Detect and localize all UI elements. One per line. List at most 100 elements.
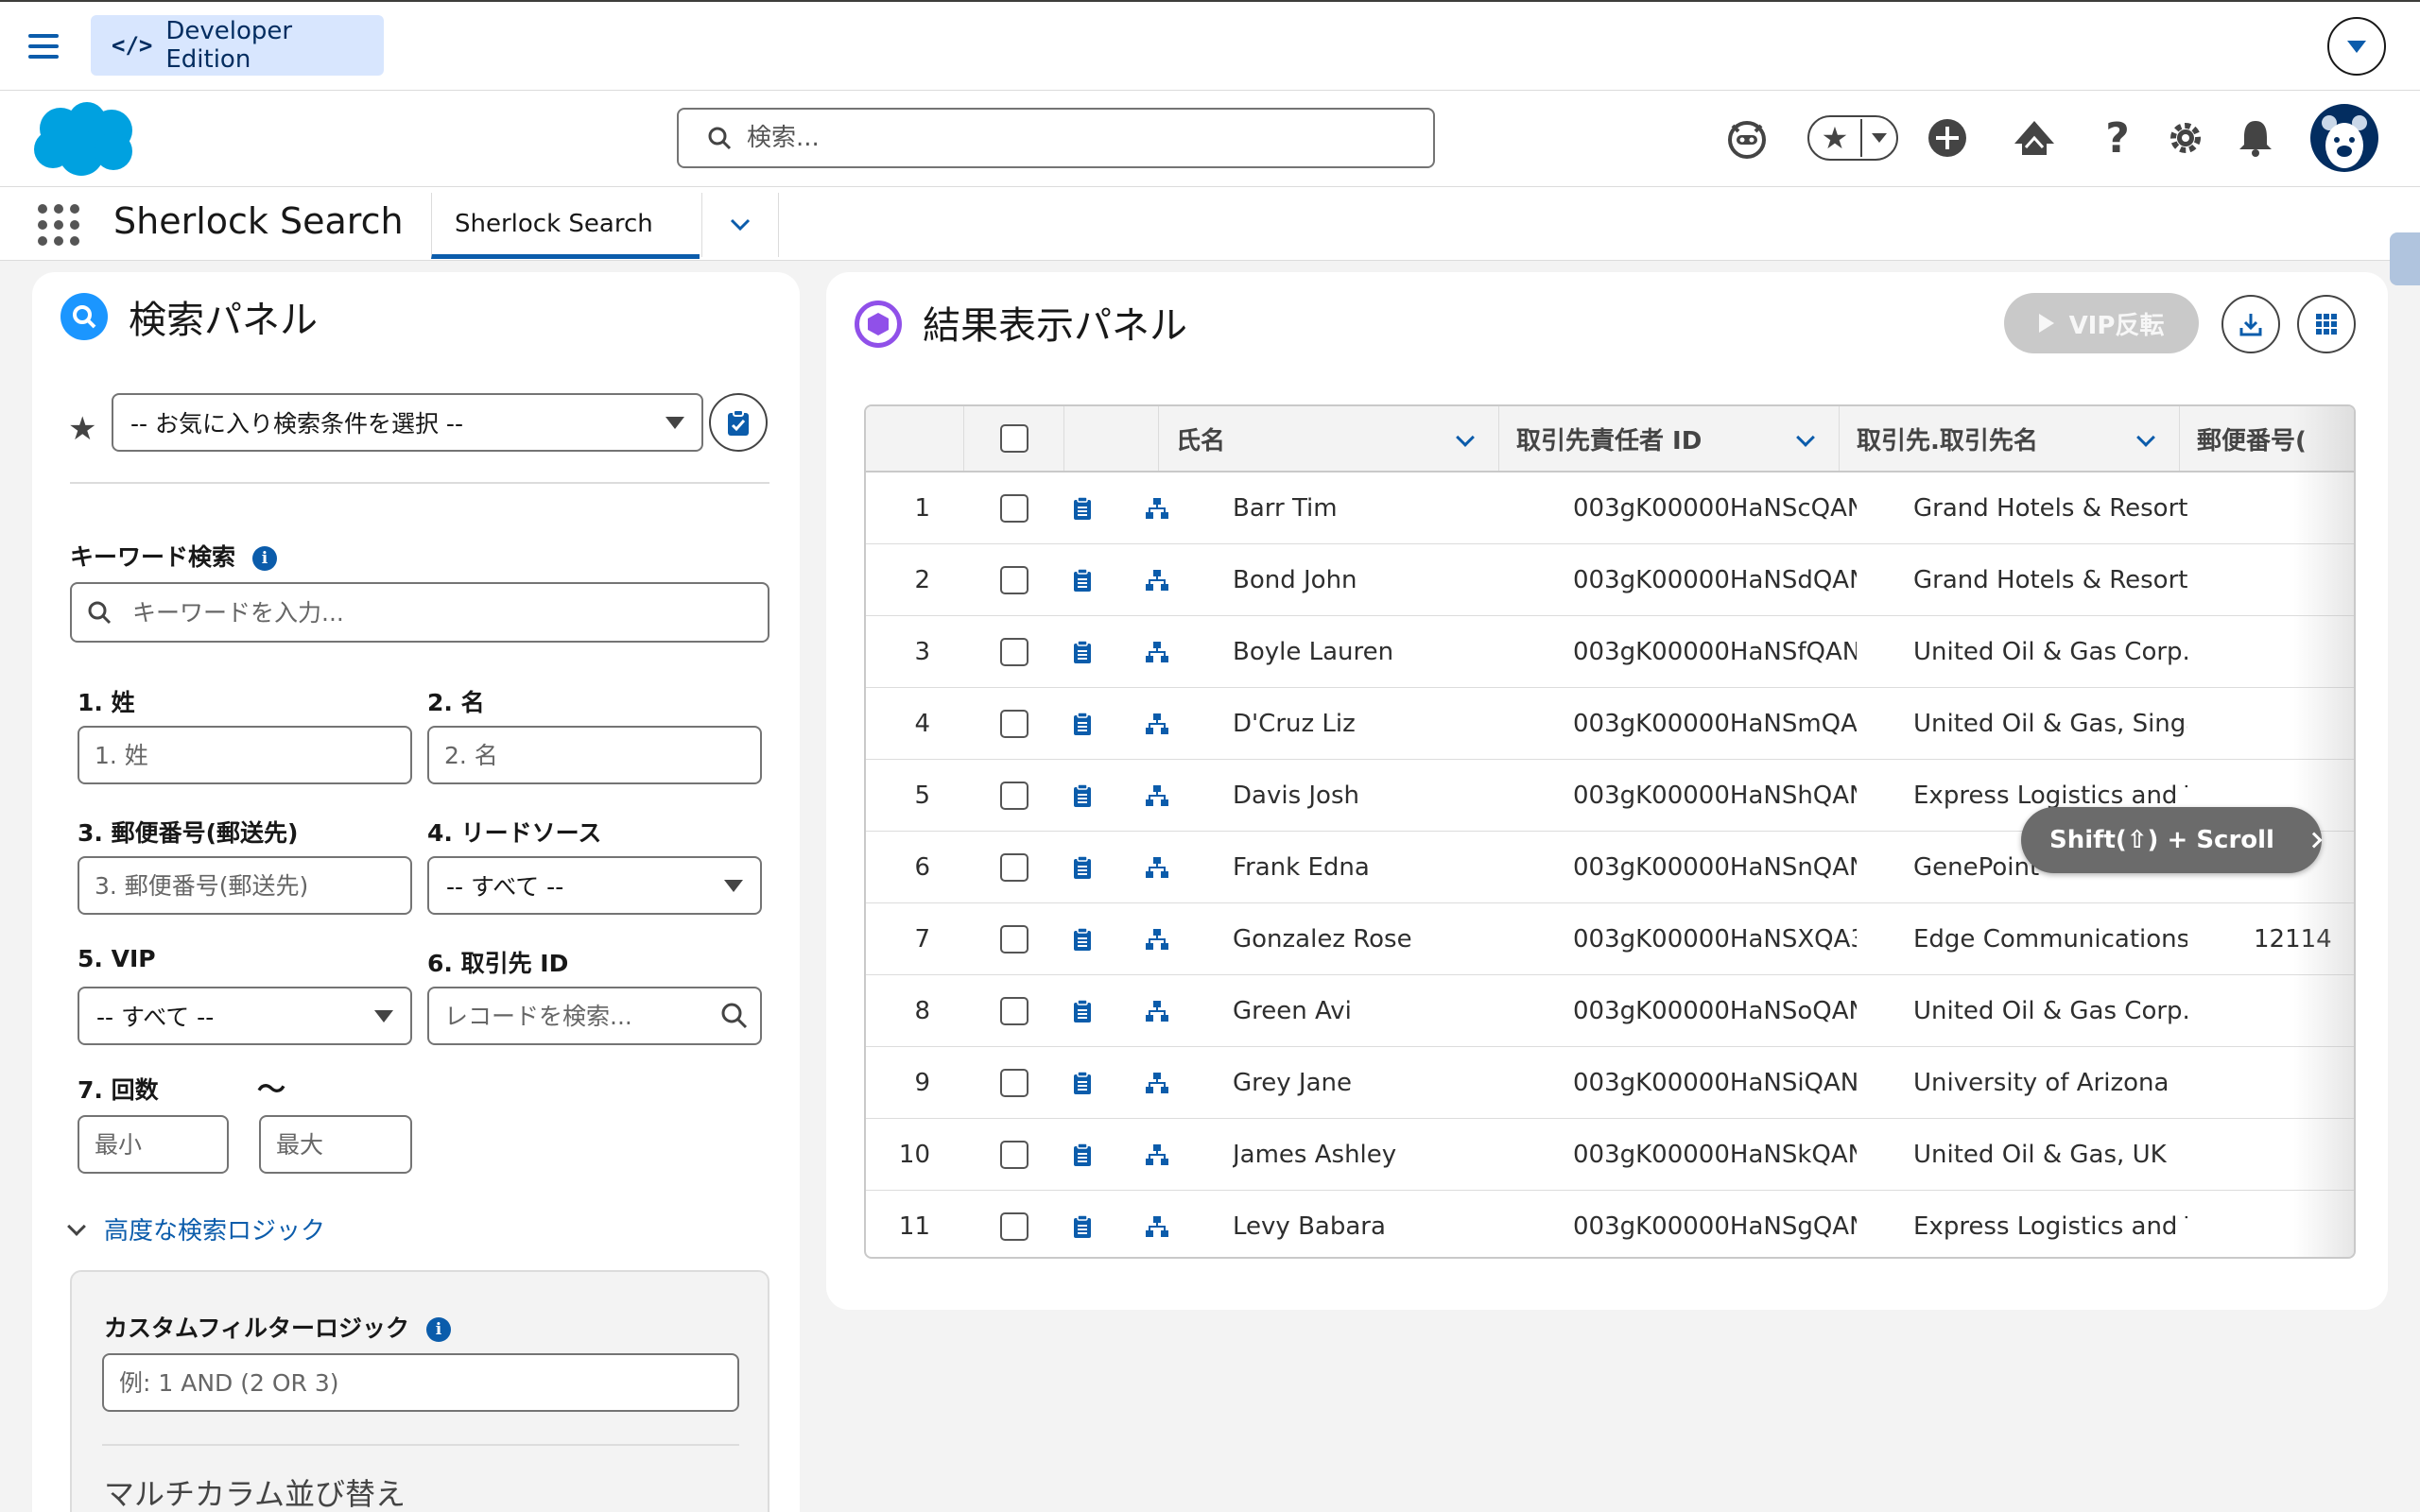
favorites-button-group[interactable]: ★: [1807, 115, 1898, 161]
count-max-field[interactable]: [276, 1130, 410, 1159]
account-lookup-wrap[interactable]: [427, 987, 762, 1045]
hierarchy-icon[interactable]: [1110, 760, 1204, 832]
cell-contact-id: 003gK00000HaNSXQA3: [1573, 925, 1857, 954]
app-launcher-icon[interactable]: [38, 204, 79, 246]
column-header-contact-id[interactable]: 取引先責任者 ID: [1499, 406, 1840, 471]
custom-logic-input[interactable]: [119, 1368, 737, 1397]
row-checkbox[interactable]: [1000, 566, 1028, 594]
utility-side-tab[interactable]: [2390, 232, 2420, 285]
header-select-all[interactable]: [964, 406, 1064, 471]
trailhead-icon[interactable]: [2006, 110, 2063, 166]
column-grid-button[interactable]: [2297, 295, 2356, 353]
count-min-field[interactable]: [95, 1130, 227, 1159]
favorite-search-select[interactable]: -- お気に入り検索条件を選択 --: [112, 393, 703, 452]
hierarchy-icon[interactable]: [1110, 1047, 1204, 1119]
user-avatar[interactable]: [2310, 104, 2378, 172]
table-row[interactable]: 1 Barr Tim 003gK00000HaNScQAN Grand Hotels …: [866, 472, 2354, 544]
clipboard-icon[interactable]: [1049, 1047, 1115, 1119]
global-search[interactable]: [677, 108, 1435, 168]
chevron-down-icon[interactable]: [1796, 428, 1815, 447]
column-header-name[interactable]: 氏名: [1159, 406, 1499, 471]
download-button[interactable]: [2221, 295, 2280, 353]
postal-code-field-wrap[interactable]: [78, 856, 412, 915]
hierarchy-icon[interactable]: [1110, 903, 1204, 975]
table-row[interactable]: 11 Levy Babara 003gK00000HaNSgQAN Express L…: [866, 1191, 2354, 1257]
row-checkbox[interactable]: [1000, 853, 1028, 882]
hierarchy-icon[interactable]: [1110, 975, 1204, 1047]
advanced-logic-toggle[interactable]: 高度な検索ロジック: [67, 1211, 325, 1246]
clipboard-icon[interactable]: [1049, 832, 1115, 903]
row-checkbox[interactable]: [1000, 1069, 1028, 1097]
help-icon[interactable]: ?: [2089, 110, 2146, 166]
table-row[interactable]: 3 Boyle Lauren 003gK00000HaNSfQAN United Oi…: [866, 616, 2354, 688]
hierarchy-icon[interactable]: [1110, 1191, 1204, 1257]
row-checkbox[interactable]: [1000, 1141, 1028, 1169]
table-row[interactable]: 9 Grey Jane 003gK00000HaNSiQAN University o…: [866, 1047, 2354, 1119]
select-all-checkbox[interactable]: [999, 424, 1028, 453]
clipboard-icon[interactable]: [1049, 975, 1115, 1047]
scroll-hint-button[interactable]: Shift(⇧) + Scroll: [2021, 807, 2323, 873]
global-search-input[interactable]: [747, 124, 1390, 152]
add-icon[interactable]: [1919, 110, 1976, 166]
vip-invert-button[interactable]: VIP反転: [2004, 293, 2199, 353]
row-checkbox[interactable]: [1000, 494, 1028, 523]
column-header-postal-code[interactable]: 郵便番号(: [2180, 406, 2354, 471]
first-name-field[interactable]: [444, 741, 760, 769]
row-checkbox[interactable]: [1000, 1212, 1028, 1241]
strip-dropdown-button[interactable]: [2327, 17, 2386, 76]
clipboard-icon[interactable]: [1049, 544, 1115, 616]
custom-logic-input-wrap[interactable]: [102, 1353, 739, 1412]
save-favorite-button[interactable]: [709, 393, 768, 452]
count-max-wrap[interactable]: [259, 1115, 412, 1174]
clipboard-icon[interactable]: [1049, 760, 1115, 832]
menu-icon[interactable]: [28, 34, 59, 59]
hierarchy-icon[interactable]: [1110, 1119, 1204, 1191]
clipboard-icon[interactable]: [1049, 903, 1115, 975]
search-icon: [708, 127, 732, 150]
agentforce-icon[interactable]: [1719, 110, 1775, 166]
chevron-down-icon[interactable]: [2136, 428, 2155, 447]
lead-source-select[interactable]: -- すべて --: [427, 856, 762, 915]
keyword-input[interactable]: [132, 598, 768, 627]
hierarchy-icon[interactable]: [1110, 472, 1204, 544]
table-row[interactable]: 8 Green Avi 003gK00000HaNSoQAN United Oil &…: [866, 975, 2354, 1047]
notifications-bell-icon[interactable]: [2227, 110, 2284, 166]
clipboard-icon[interactable]: [1049, 1119, 1115, 1191]
row-checkbox[interactable]: [1000, 782, 1028, 810]
clipboard-icon[interactable]: [1049, 1191, 1115, 1257]
salesforce-logo[interactable]: [28, 100, 140, 180]
row-checkbox[interactable]: [1000, 997, 1028, 1025]
setup-gear-icon[interactable]: [2157, 110, 2214, 166]
first-name-field-wrap[interactable]: [427, 726, 762, 784]
nav-menu-chevron[interactable]: [701, 193, 779, 257]
favorites-star-icon[interactable]: ★: [1809, 119, 1862, 157]
favorites-menu-chevron[interactable]: [1862, 133, 1896, 143]
table-row[interactable]: 10 James Ashley 003gK00000HaNSkQAN United O…: [866, 1119, 2354, 1191]
count-min-wrap[interactable]: [78, 1115, 229, 1174]
info-icon[interactable]: i: [426, 1317, 452, 1342]
clipboard-icon[interactable]: [1049, 688, 1115, 760]
hierarchy-icon[interactable]: [1110, 688, 1204, 760]
clipboard-icon[interactable]: [1049, 616, 1115, 688]
info-icon[interactable]: i: [252, 546, 278, 571]
column-header-account-name[interactable]: 取引先.取引先名: [1840, 406, 2180, 471]
table-row[interactable]: 4 D'Cruz Liz 003gK00000HaNSmQAN United Oil …: [866, 688, 2354, 760]
last-name-field[interactable]: [95, 741, 410, 769]
row-checkbox[interactable]: [1000, 638, 1028, 666]
row-checkbox[interactable]: [1000, 710, 1028, 738]
hierarchy-icon[interactable]: [1110, 832, 1204, 903]
hierarchy-icon[interactable]: [1110, 616, 1204, 688]
hierarchy-icon[interactable]: [1110, 544, 1204, 616]
chevron-down-icon[interactable]: [1456, 428, 1475, 447]
row-checkbox[interactable]: [1000, 925, 1028, 954]
last-name-field-wrap[interactable]: [78, 726, 412, 784]
clipboard-icon[interactable]: [1049, 472, 1115, 544]
account-lookup-field[interactable]: [444, 1002, 720, 1030]
table-row[interactable]: 2 Bond John 003gK00000HaNSdQAN Grand Hotels…: [866, 544, 2354, 616]
tab-sherlock-search[interactable]: Sherlock Search: [431, 193, 700, 259]
keyword-input-wrap[interactable]: [70, 582, 769, 643]
developer-edition-badge[interactable]: </> Developer Edition: [91, 15, 384, 76]
postal-code-field[interactable]: [95, 871, 410, 900]
table-row[interactable]: 7 Gonzalez Rose 003gK00000HaNSXQA3 Edge Com…: [866, 903, 2354, 975]
vip-select[interactable]: -- すべて --: [78, 987, 412, 1045]
